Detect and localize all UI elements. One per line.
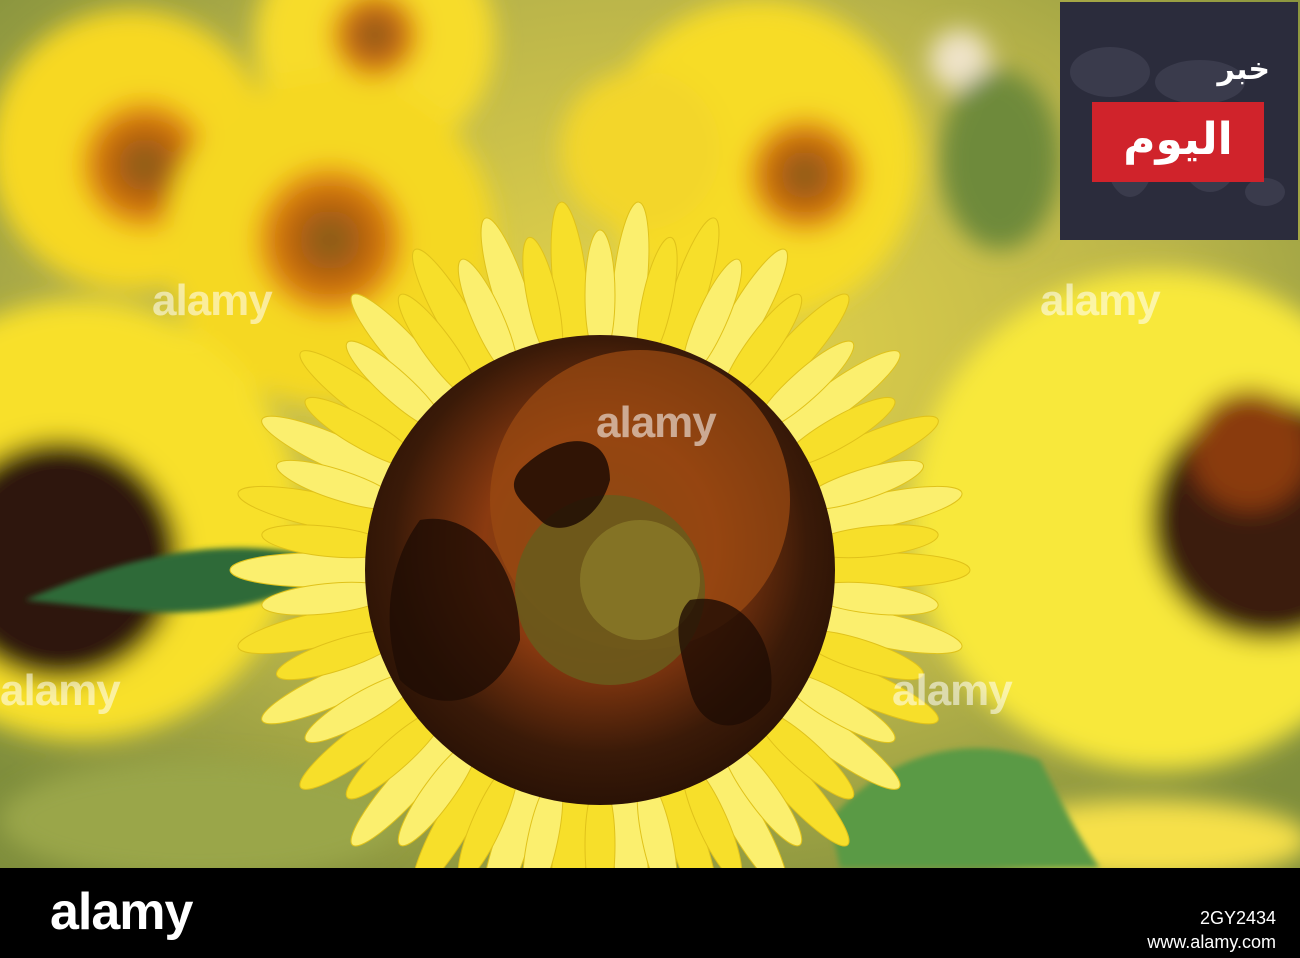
watermark: alamy [152, 276, 273, 325]
logo-top-text: خبر [1217, 52, 1270, 87]
watermark: alamy [0, 666, 121, 715]
site-url: www.alamy.com [1147, 932, 1276, 952]
footer-brand-logo: alamy [50, 883, 193, 941]
watermark: alamy [892, 666, 1013, 715]
watermark: alamy [1040, 276, 1161, 325]
logo-red-label: اليوم [1092, 102, 1264, 182]
watermark: alamy [596, 398, 717, 447]
news-logo: خبر اليوم [1060, 2, 1298, 240]
sunflower-photo: alamy alamy alamy alamy alamy خبر اليوم [0, 0, 1300, 868]
image-id: 2GY2434 [1199, 908, 1276, 928]
footer-bar: alamy 2GY2434 www.alamy.com [0, 868, 1300, 958]
